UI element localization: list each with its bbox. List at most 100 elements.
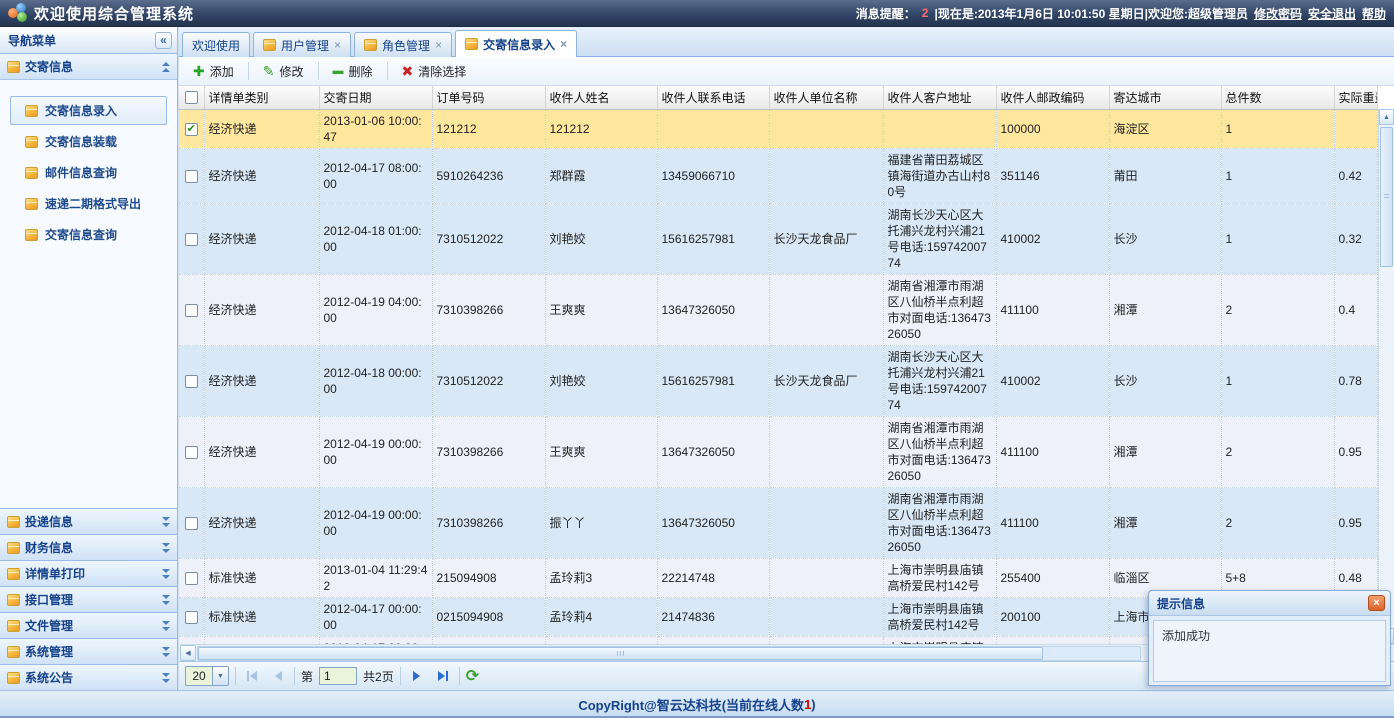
- sidebar-section-1[interactable]: 投递信息: [0, 508, 177, 534]
- tab-label: 交寄信息录入: [483, 36, 555, 53]
- chevron-down-icon[interactable]: [162, 673, 170, 683]
- column-header-7[interactable]: 收件人客户地址: [883, 86, 996, 109]
- vertical-scroll-thumb[interactable]: [1380, 127, 1393, 267]
- column-header-6[interactable]: 收件人单位名称: [769, 86, 883, 109]
- vertical-scrollbar[interactable]: ▲ ▼: [1378, 109, 1394, 644]
- message-count[interactable]: 2: [922, 6, 929, 20]
- next-page-button[interactable]: [407, 666, 427, 686]
- row-checkbox-cell[interactable]: [179, 203, 204, 274]
- row-checkbox[interactable]: [185, 517, 198, 530]
- dialog-header[interactable]: 提示信息 ×: [1149, 591, 1390, 616]
- help-link[interactable]: 帮助: [1362, 5, 1386, 22]
- scroll-left-button[interactable]: ◀: [180, 645, 196, 661]
- grid-row-4[interactable]: 经济快递2012-04-19 04:00:007310398266王爽爽1364…: [179, 274, 1377, 345]
- chevron-down-icon[interactable]: [162, 595, 170, 605]
- grid-row-6[interactable]: 经济快递2012-04-19 00:00:007310398266王爽爽1364…: [179, 416, 1377, 487]
- scroll-up-button[interactable]: ▲: [1379, 109, 1394, 125]
- row-checkbox[interactable]: ✔: [185, 123, 198, 136]
- row-checkbox[interactable]: [185, 170, 198, 183]
- toolbar-button-2[interactable]: ✎修改: [254, 59, 313, 84]
- row-checkbox-cell[interactable]: [179, 345, 204, 416]
- grid-row-1[interactable]: ✔经济快递2013-01-06 10:00:471212121212121000…: [179, 109, 1377, 148]
- sidebar-item-1[interactable]: 交寄信息录入: [10, 96, 167, 125]
- sidebar-item-5[interactable]: 交寄信息查询: [10, 220, 167, 249]
- column-header-11[interactable]: 实际重量: [1334, 86, 1377, 109]
- copyright-text: CopyRight@智云达科技(当前在线人数: [578, 695, 804, 714]
- column-header-10[interactable]: 总件数: [1221, 86, 1334, 109]
- sidebar-section-7[interactable]: 系统公告: [0, 664, 177, 690]
- previous-page-button[interactable]: [268, 666, 288, 686]
- tab-3[interactable]: 角色管理×: [354, 32, 452, 57]
- refresh-icon[interactable]: ⟳: [466, 666, 479, 686]
- safe-logout-link[interactable]: 安全退出: [1308, 5, 1356, 22]
- chevron-up-icon[interactable]: [162, 62, 170, 72]
- select-all-checkbox[interactable]: [185, 91, 198, 104]
- horizontal-scroll-track[interactable]: [197, 646, 1141, 661]
- column-header-3[interactable]: 订单号码: [432, 86, 545, 109]
- chevron-down-icon[interactable]: [162, 569, 170, 579]
- sidebar-section-label: 投递信息: [25, 513, 157, 530]
- chevron-down-icon[interactable]: [162, 517, 170, 527]
- toolbar-button-3[interactable]: ▬删除: [324, 59, 382, 84]
- column-header-5[interactable]: 收件人联系电话: [657, 86, 769, 109]
- row-checkbox-cell[interactable]: [179, 274, 204, 345]
- grid-row-5[interactable]: 经济快递2012-04-18 00:00:007310512022刘艳姣1561…: [179, 345, 1377, 416]
- close-tab-icon[interactable]: ×: [334, 39, 341, 51]
- sidebar-item-2[interactable]: 交寄信息装载: [10, 127, 167, 156]
- first-page-button[interactable]: [242, 666, 262, 686]
- toolbar-button-1[interactable]: ✚添加: [184, 59, 243, 84]
- online-count: 1: [804, 697, 811, 712]
- grid-cell: 0.32: [1334, 203, 1377, 274]
- current-page-input[interactable]: [319, 667, 357, 685]
- tab-4[interactable]: 交寄信息录入 ×: [455, 30, 577, 57]
- select-all-header-cell[interactable]: [179, 86, 204, 109]
- close-tab-icon[interactable]: ×: [560, 38, 567, 50]
- column-header-1[interactable]: 详情单类别: [204, 86, 319, 109]
- sidebar-item-4[interactable]: 速递二期格式导出: [10, 189, 167, 218]
- row-checkbox-cell[interactable]: [179, 148, 204, 203]
- grid-row-3[interactable]: 经济快递2012-04-18 01:00:007310512022刘艳姣1561…: [179, 203, 1377, 274]
- row-checkbox[interactable]: [185, 233, 198, 246]
- tab-2[interactable]: 用户管理×: [253, 32, 351, 57]
- sidebar-collapse-button[interactable]: «: [155, 32, 172, 49]
- title-bar: 欢迎使用综合管理系统 消息提醒：2 |现在是:2013年1月6日 10:01:5…: [0, 0, 1394, 27]
- row-checkbox-cell[interactable]: [179, 636, 204, 644]
- sidebar-section-3[interactable]: 详情单打印: [0, 560, 177, 586]
- chevron-down-icon[interactable]: [162, 621, 170, 631]
- row-checkbox-cell[interactable]: [179, 597, 204, 636]
- close-icon[interactable]: ×: [1368, 595, 1385, 611]
- grid-row-7[interactable]: 经济快递2012-04-19 00:00:007310398266振丫丫1364…: [179, 487, 1377, 558]
- page-size-select[interactable]: 20 ▼: [185, 666, 229, 686]
- row-checkbox[interactable]: [185, 375, 198, 388]
- sidebar-section-4[interactable]: 接口管理: [0, 586, 177, 612]
- sidebar-section-5[interactable]: 文件管理: [0, 612, 177, 638]
- grid-cell: 2012-04-19 04:00:00: [319, 274, 432, 345]
- column-header-2[interactable]: 交寄日期: [319, 86, 432, 109]
- horizontal-scroll-thumb[interactable]: [198, 647, 1043, 660]
- row-checkbox-cell[interactable]: [179, 558, 204, 597]
- row-checkbox[interactable]: [185, 611, 198, 624]
- row-checkbox-cell[interactable]: ✔: [179, 109, 204, 148]
- sidebar-section-2[interactable]: 财务信息: [0, 534, 177, 560]
- close-tab-icon[interactable]: ×: [435, 39, 442, 51]
- change-password-link[interactable]: 修改密码: [1254, 5, 1302, 22]
- column-header-4[interactable]: 收件人姓名: [545, 86, 657, 109]
- grid-cell: 2012-04-19 00:00:00: [319, 416, 432, 487]
- column-header-9[interactable]: 寄达城市: [1109, 86, 1221, 109]
- grid-row-2[interactable]: 经济快递2012-04-17 08:00:005910264236郑群霞1345…: [179, 148, 1377, 203]
- total-pages-label: 共2页: [363, 668, 394, 685]
- tab-1[interactable]: 欢迎使用: [182, 32, 250, 57]
- sidebar-section-6[interactable]: 系统管理: [0, 638, 177, 664]
- row-checkbox-cell[interactable]: [179, 487, 204, 558]
- sidebar-section-delivery-info[interactable]: 交寄信息: [0, 54, 177, 80]
- chevron-down-icon[interactable]: [162, 647, 170, 657]
- chevron-down-icon[interactable]: [162, 543, 170, 553]
- row-checkbox[interactable]: [185, 446, 198, 459]
- toolbar-button-4[interactable]: ✖清除选择: [393, 59, 476, 84]
- row-checkbox[interactable]: [185, 304, 198, 317]
- last-page-button[interactable]: [433, 666, 453, 686]
- row-checkbox-cell[interactable]: [179, 416, 204, 487]
- column-header-8[interactable]: 收件人邮政编码: [996, 86, 1109, 109]
- row-checkbox[interactable]: [185, 572, 198, 585]
- sidebar-item-3[interactable]: 邮件信息查询: [10, 158, 167, 187]
